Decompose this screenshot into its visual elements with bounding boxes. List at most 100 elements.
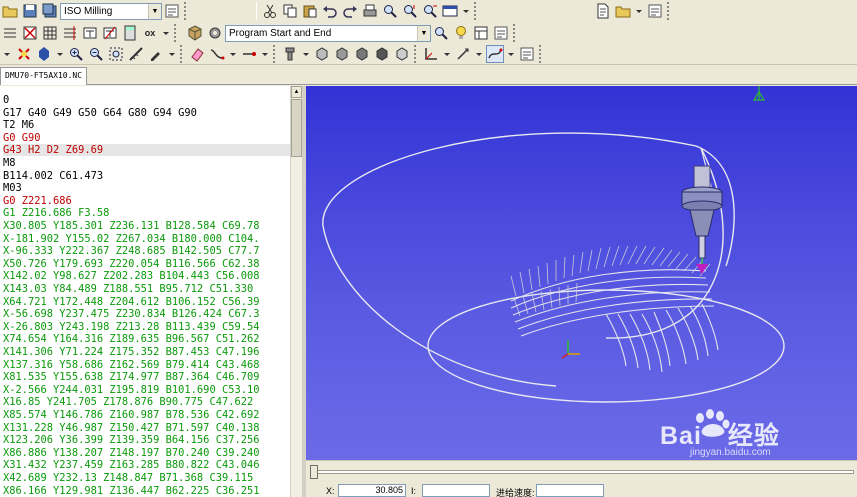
code-line[interactable]: B114.002 C61.473: [3, 170, 290, 182]
toolbar-grip[interactable]: [474, 2, 479, 20]
undo-icon[interactable]: [321, 2, 339, 20]
shade-icon[interactable]: [35, 45, 53, 63]
editor-scrollbar[interactable]: ▲: [290, 86, 302, 497]
code-line[interactable]: X-2.566 Y244.031 Z195.819 B101.690 C53.1…: [3, 384, 290, 396]
document-icon[interactable]: [594, 2, 612, 20]
copy-icon[interactable]: [281, 2, 299, 20]
code-line[interactable]: X131.228 Y46.987 Z150.427 B71.597 C40.13…: [3, 422, 290, 434]
nc-code-editor[interactable]: 0 G17 G40 G49 G50 G64 G80 G94 G90 T2 M6 G0 …: [0, 86, 290, 497]
toolbar-grip[interactable]: [184, 2, 189, 20]
lines-icon[interactable]: [1, 24, 19, 42]
code-line[interactable]: X86.166 Y129.981 Z136.447 B62.225 C36.25…: [3, 485, 290, 497]
stock-2-icon[interactable]: [333, 45, 351, 63]
cube-tool-icon[interactable]: [186, 24, 204, 42]
panel-icon[interactable]: [472, 24, 490, 42]
code-line[interactable]: X137.316 Y58.686 Z162.569 B79.414 C43.46…: [3, 359, 290, 371]
code-line[interactable]: X81.535 Y155.638 Z174.977 B87.364 C46.70…: [3, 371, 290, 383]
settings-icon[interactable]: [492, 24, 510, 42]
scrollbar-thumb[interactable]: [291, 99, 302, 157]
code-line[interactable]: X-181.902 Y155.02 Z267.034 B180.000 C104…: [3, 233, 290, 245]
toolbar-grip[interactable]: [174, 24, 179, 42]
paste-icon[interactable]: [301, 2, 319, 20]
toolbar-grip[interactable]: [273, 44, 278, 63]
code-line[interactable]: X30.805 Y185.301 Z236.131 B128.584 C69.7…: [3, 220, 290, 232]
code-line[interactable]: X16.85 Y241.705 Z178.876 B90.775 C47.622: [3, 396, 290, 408]
delete-block-icon[interactable]: [21, 24, 39, 42]
chevron-down-icon[interactable]: [634, 2, 644, 20]
code-line[interactable]: G1 Z216.686 F3.58: [3, 207, 290, 219]
code-line[interactable]: T2 M6: [3, 119, 290, 131]
scroll-up-icon[interactable]: ▲: [291, 86, 302, 98]
open-folder-icon[interactable]: [1, 2, 19, 20]
text-block-2-icon[interactable]: [101, 24, 119, 42]
measure-icon[interactable]: [127, 45, 145, 63]
tip-icon[interactable]: [452, 24, 470, 42]
chevron-down-icon[interactable]: [167, 45, 177, 63]
zoom-window-icon[interactable]: [107, 45, 125, 63]
axis-icon[interactable]: [422, 45, 440, 63]
print-icon[interactable]: [361, 2, 379, 20]
code-line[interactable]: M03: [3, 182, 290, 194]
code-line[interactable]: X-26.803 Y243.198 Z213.28 B113.439 C59.5…: [3, 321, 290, 333]
grid-icon[interactable]: [41, 24, 59, 42]
brush-icon[interactable]: [147, 45, 165, 63]
gear-icon[interactable]: [206, 24, 224, 42]
simulation-slider-thumb[interactable]: [310, 465, 318, 479]
stock-4-icon[interactable]: [373, 45, 391, 63]
code-line[interactable]: X142.02 Y98.627 Z202.283 B104.443 C56.00…: [3, 270, 290, 282]
machine-settings-icon[interactable]: [163, 2, 181, 20]
rotate-icon[interactable]: [454, 45, 472, 63]
chevron-down-icon[interactable]: [55, 45, 65, 63]
feed-rate-field[interactable]: [536, 484, 604, 497]
chevron-down-icon[interactable]: [301, 45, 311, 63]
machine-type-dropdown[interactable]: ISO Milling ▼: [60, 2, 162, 20]
redo-icon[interactable]: [341, 2, 359, 20]
save-icon[interactable]: [21, 2, 39, 20]
settings-icon[interactable]: [646, 2, 664, 20]
code-line[interactable]: X143.03 Y84.489 Z188.551 B95.712 C51.330: [3, 283, 290, 295]
save-all-icon[interactable]: [41, 2, 59, 20]
zoom-icon[interactable]: [432, 24, 450, 42]
settings-icon[interactable]: [518, 45, 536, 63]
cut-icon[interactable]: [261, 2, 279, 20]
zoom-out-icon[interactable]: [87, 45, 105, 63]
toolbar-grip[interactable]: [180, 44, 185, 63]
code-line[interactable]: X-96.333 Y222.367 Z248.685 B142.505 C77.…: [3, 245, 290, 257]
find-next-icon[interactable]: [401, 2, 419, 20]
eraser-icon[interactable]: [188, 45, 206, 63]
tool-reset-icon[interactable]: [15, 45, 33, 63]
chevron-down-icon[interactable]: [442, 45, 452, 63]
code-line[interactable]: X123.206 Y36.399 Z139.359 B64.156 C37.25…: [3, 434, 290, 446]
window-icon[interactable]: [441, 2, 459, 20]
path-link-icon[interactable]: [240, 45, 258, 63]
chevron-down-icon[interactable]: [1, 45, 13, 63]
x-value-field[interactable]: 30.805: [338, 484, 406, 497]
renumber-icon[interactable]: [61, 24, 79, 42]
stock-5-icon[interactable]: [393, 45, 411, 63]
code-line[interactable]: X-56.698 Y237.475 Z230.834 B126.424 C67.…: [3, 308, 290, 320]
code-line[interactable]: 0: [3, 94, 290, 106]
toolbar-grip[interactable]: [667, 2, 672, 20]
chevron-down-icon[interactable]: [260, 45, 270, 63]
code-line[interactable]: X141.306 Y71.224 Z175.352 B87.453 C47.19…: [3, 346, 290, 358]
chevron-down-icon[interactable]: [474, 45, 484, 63]
i-value-field[interactable]: [422, 484, 490, 497]
toolbar-grip[interactable]: [513, 24, 518, 42]
simulation-slider-track[interactable]: [314, 470, 854, 474]
tool-holder-icon[interactable]: [281, 45, 299, 63]
tool-path-icon[interactable]: [208, 45, 226, 63]
code-line[interactable]: M8: [3, 157, 290, 169]
stock-icon[interactable]: [313, 45, 331, 63]
code-line[interactable]: G0 G90: [3, 132, 290, 144]
calculator-icon[interactable]: [121, 24, 139, 42]
code-line[interactable]: X50.726 Y179.693 Z220.054 B116.566 C62.3…: [3, 258, 290, 270]
ox-button[interactable]: ox: [141, 24, 159, 42]
program-section-dropdown[interactable]: Program Start and End ▼: [225, 24, 431, 42]
find-icon[interactable]: [381, 2, 399, 20]
code-line[interactable]: X31.432 Y237.459 Z163.285 B80.822 C43.04…: [3, 459, 290, 471]
replace-icon[interactable]: [421, 2, 439, 20]
chevron-down-icon[interactable]: [161, 24, 171, 42]
code-line[interactable]: X86.886 Y138.207 Z148.197 B70.240 C39.24…: [3, 447, 290, 459]
code-line[interactable]: X74.654 Y164.316 Z189.635 B96.567 C51.26…: [3, 333, 290, 345]
chevron-down-icon[interactable]: [461, 2, 471, 20]
